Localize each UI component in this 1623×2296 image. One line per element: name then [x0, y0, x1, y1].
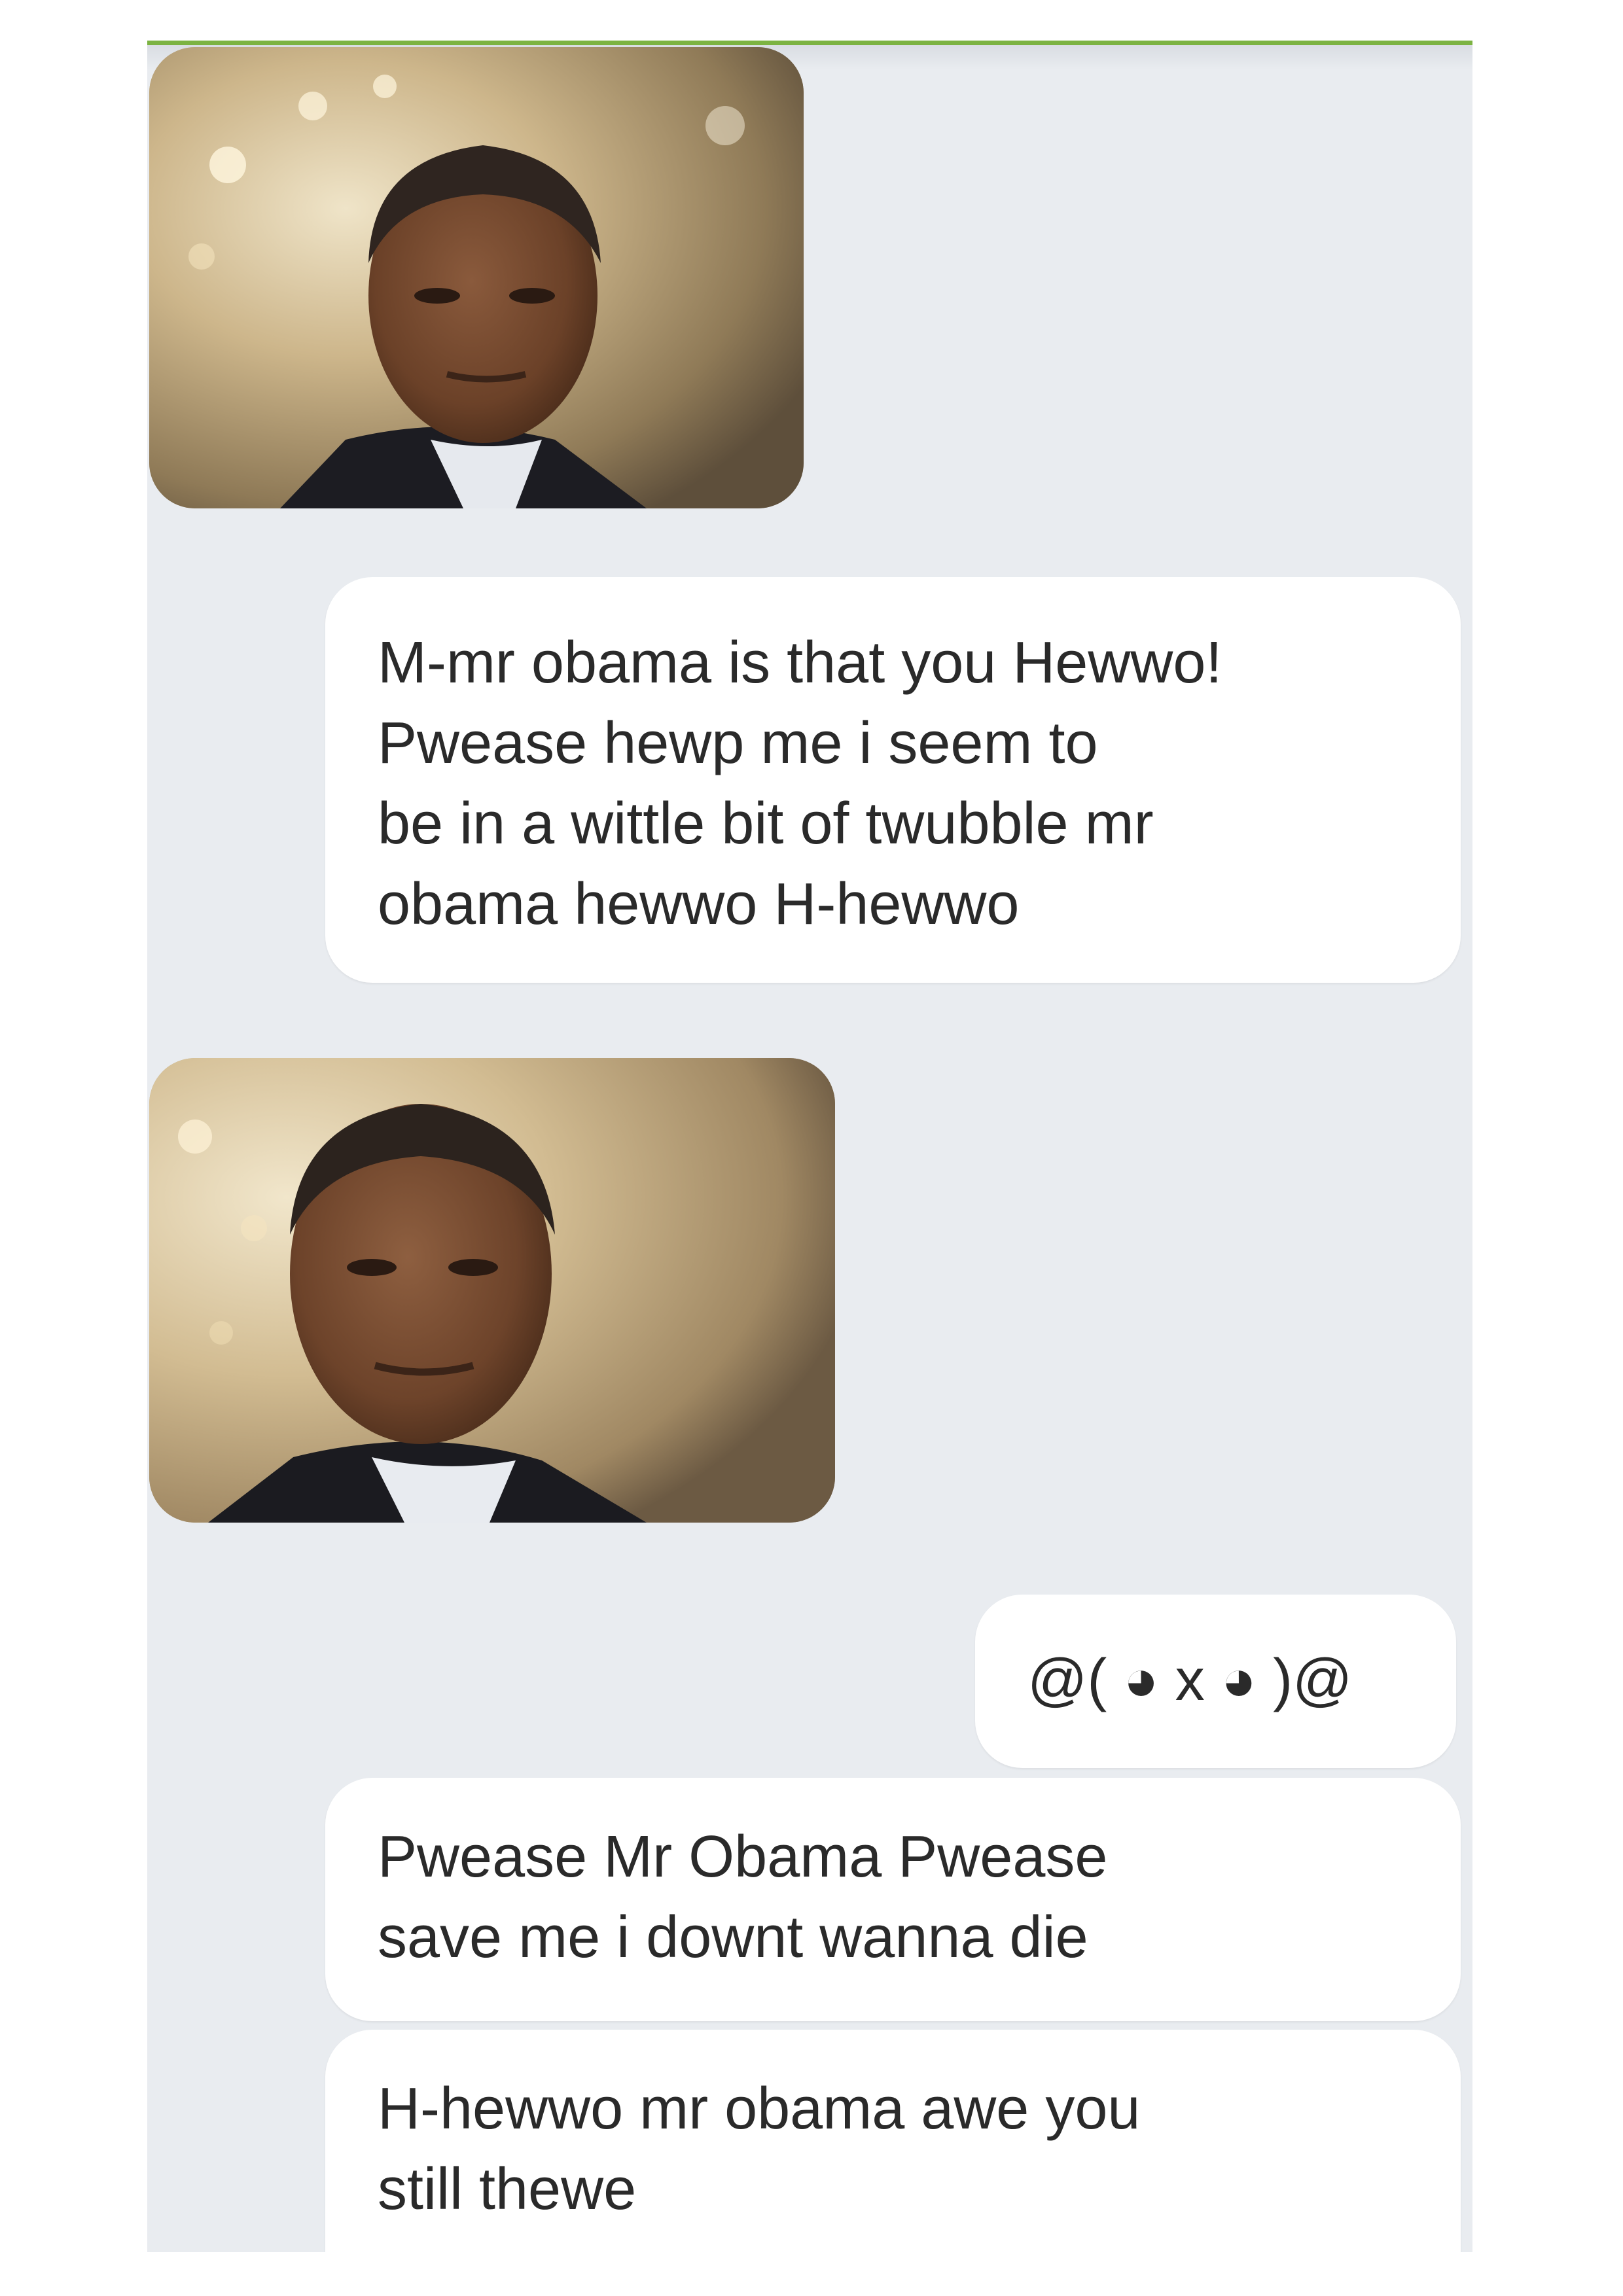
message-text: Pwease Mr Obama Pwease save me i downt w…	[378, 1824, 1108, 1970]
message-text: M-mr obama is that you Hewwo! Pwease hew…	[378, 630, 1222, 937]
message-bubble[interactable]: Pwease Mr Obama Pwease save me i downt w…	[325, 1778, 1461, 2021]
photo-message[interactable]	[149, 1058, 835, 1523]
man-in-suit-photo	[149, 1058, 835, 1523]
message-bubble[interactable]: H-hewwo mr obama awe you still thewe	[325, 2030, 1461, 2252]
message-text: H-hewwo mr obama awe you still thewe	[378, 2076, 1141, 2222]
message-bubble[interactable]: M-mr obama is that you Hewwo! Pwease hew…	[325, 577, 1461, 983]
man-in-suit-photo	[149, 47, 804, 508]
photo-message[interactable]	[149, 47, 804, 508]
chat-screen: M-mr obama is that you Hewwo! Pwease hew…	[147, 41, 1472, 2252]
message-text: @( ◕ x ◕ )@	[1027, 1648, 1353, 1713]
message-bubble[interactable]: @( ◕ x ◕ )@	[975, 1595, 1456, 1768]
header-accent-line	[147, 41, 1472, 45]
